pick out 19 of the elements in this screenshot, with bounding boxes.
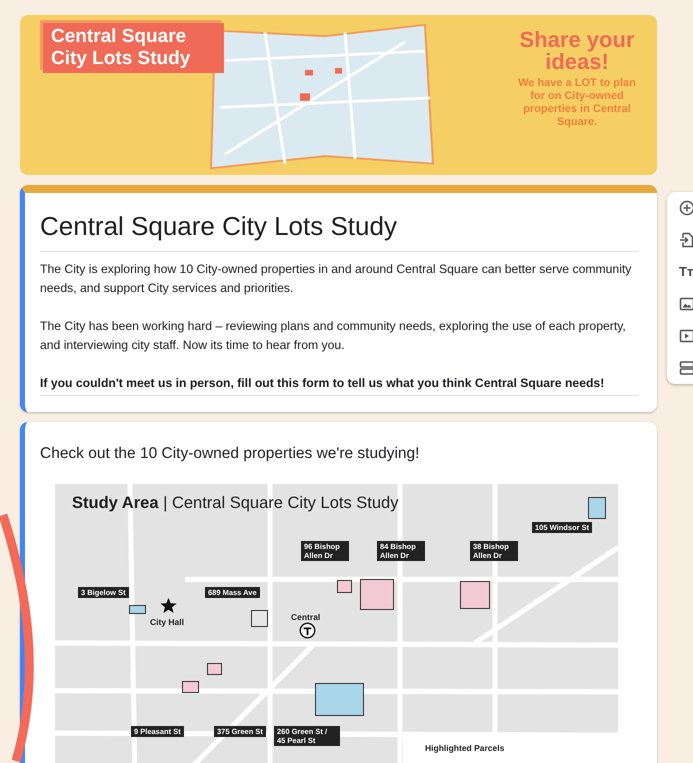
video-icon[interactable]	[679, 328, 693, 344]
legend-title: Highlighted Parcels	[425, 743, 504, 753]
form-description: The City is exploring how 10 City-owned properties in and around Central Square can better serve community needs, and support City services and priorities.	[40, 261, 632, 297]
form-description: The City has been working hard – reviewing plans and community needs, exploring the use of each property, and interviewing city staff. Now its time to hear from you.	[40, 318, 627, 354]
map-title: Study Area | Central Square City Lots Study	[72, 494, 398, 513]
question-title[interactable]: Check out the 10 City-owned properties we're studying!	[40, 444, 638, 464]
banner-headline: Share your ideas!	[519, 29, 635, 73]
image-icon[interactable]	[679, 296, 693, 312]
add-question-icon[interactable]	[679, 200, 693, 216]
add-title-icon[interactable]: Tт	[679, 264, 693, 280]
banner-title: Central Square City Lots Study	[43, 23, 224, 73]
banner-tagline: We have a LOT to plan for on City-owned properties in Central Square.	[518, 77, 636, 129]
form-description: If you couldn't meet us in person, fill out this form to tell us what you think Central Square needs!	[40, 375, 606, 392]
landmark-label: City Hall	[150, 617, 184, 627]
star-icon	[160, 597, 177, 614]
import-icon[interactable]	[679, 232, 693, 248]
landmark-label: Central	[291, 612, 320, 622]
form-title[interactable]: Central Square City Lots Study	[40, 209, 638, 252]
section-icon[interactable]	[679, 360, 693, 376]
